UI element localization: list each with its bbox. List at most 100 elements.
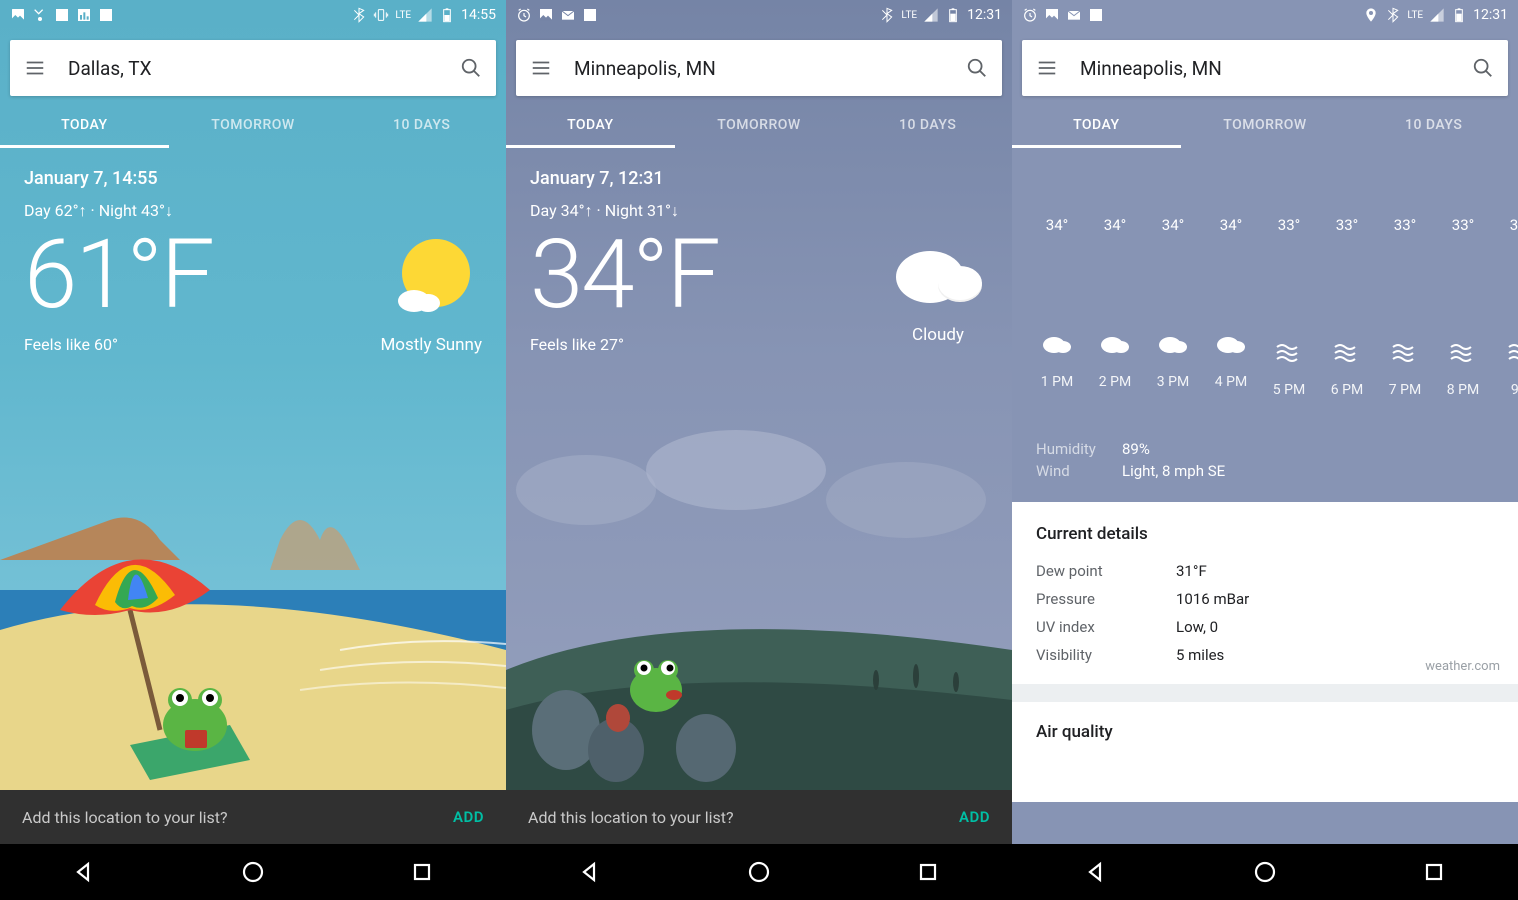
air-quality-card: Air quality <box>1012 702 1518 802</box>
fog-icon <box>1376 338 1434 366</box>
detail-key: UV index <box>1036 618 1176 636</box>
weather-main: January 7, 12:31 Day 34°↑ · Night 31°↓ 3… <box>506 148 1012 790</box>
wind-key: Wind <box>1036 462 1122 480</box>
search-icon[interactable] <box>966 57 988 79</box>
location-text: Dallas, TX <box>68 57 460 80</box>
tab-10days[interactable]: 10 DAYS <box>1349 102 1518 148</box>
battery-icon <box>439 7 455 23</box>
battery-icon <box>945 7 961 23</box>
detail-row: Pressure1016 mBar <box>1036 590 1494 608</box>
app2-icon <box>98 7 114 23</box>
detail-key: Dew point <box>1036 562 1176 580</box>
detail-val: Low, 0 <box>1176 618 1218 636</box>
alarm-icon <box>1022 7 1038 23</box>
tab-tomorrow[interactable]: TOMORROW <box>169 102 338 148</box>
humidity-key: Humidity <box>1036 440 1122 458</box>
location-icon <box>1363 7 1379 23</box>
air-title: Air quality <box>1036 722 1494 742</box>
detail-val: 31°F <box>1176 562 1207 580</box>
screen-minneapolis-details: LTE 12:31 Minneapolis, MN TODAY TOMORROW… <box>1012 0 1518 900</box>
tab-today[interactable]: TODAY <box>1012 102 1181 148</box>
photo-icon <box>10 7 26 23</box>
detail-key: Pressure <box>1036 590 1176 608</box>
condition-label: Mostly Sunny <box>380 335 482 355</box>
detail-val: 5 miles <box>1176 646 1224 664</box>
back-icon[interactable] <box>72 860 96 884</box>
stats-icon <box>76 7 92 23</box>
tab-today[interactable]: TODAY <box>506 102 675 148</box>
bluetooth-icon <box>879 7 895 23</box>
hour-col[interactable]: 34°1 PM <box>1028 216 1086 398</box>
home-icon[interactable] <box>241 860 265 884</box>
cloud-icon <box>1086 330 1144 358</box>
hour-col[interactable]: 34°4 PM <box>1202 216 1260 398</box>
hour-temp: 32° <box>1492 216 1518 234</box>
hour-temp: 34° <box>1144 216 1202 234</box>
tab-today[interactable]: TODAY <box>0 102 169 148</box>
hour-temp: 33° <box>1376 216 1434 234</box>
hamburger-icon[interactable] <box>530 57 552 79</box>
app-icon <box>54 7 70 23</box>
hill-scene <box>506 430 1012 790</box>
beach-scene <box>0 390 506 790</box>
add-button[interactable]: ADD <box>959 808 990 826</box>
tab-tomorrow[interactable]: TOMORROW <box>675 102 844 148</box>
hour-col[interactable]: 33°6 PM <box>1318 216 1376 398</box>
hour-col[interactable]: 33°7 PM <box>1376 216 1434 398</box>
search-icon[interactable] <box>460 57 482 79</box>
hour-col[interactable]: 33°8 PM <box>1434 216 1492 398</box>
card-gap <box>1012 684 1518 702</box>
tabs: TODAY TOMORROW 10 DAYS <box>506 102 1012 148</box>
lte-label: LTE <box>1407 10 1423 21</box>
search-icon[interactable] <box>1472 57 1494 79</box>
status-time: 14:55 <box>461 7 496 23</box>
photo-icon <box>538 7 554 23</box>
hamburger-icon[interactable] <box>1036 57 1058 79</box>
tab-10days[interactable]: 10 DAYS <box>843 102 1012 148</box>
hour-col[interactable]: 34°3 PM <box>1144 216 1202 398</box>
home-icon[interactable] <box>747 860 771 884</box>
back-icon[interactable] <box>1084 860 1108 884</box>
temperature: 34°F <box>530 227 719 323</box>
recent-icon[interactable] <box>410 860 434 884</box>
hourly-forecast[interactable]: 34°1 PM34°2 PM34°3 PM34°4 PM33°5 PM33°6 … <box>1012 148 1518 420</box>
feels-like: Feels like 60° <box>24 335 213 354</box>
fog-icon <box>1434 338 1492 366</box>
temperature: 61°F <box>24 227 213 323</box>
bluetooth-icon <box>351 7 367 23</box>
tab-tomorrow[interactable]: TOMORROW <box>1181 102 1350 148</box>
screen-dallas: LTE 14:55 Dallas, TX TODAY TOMORROW 10 D… <box>0 0 506 900</box>
humidity-val: 89% <box>1122 440 1150 458</box>
add-button[interactable]: ADD <box>453 808 484 826</box>
search-bar[interactable]: Minneapolis, MN <box>1022 40 1508 96</box>
condition-label: Cloudy <box>888 325 988 345</box>
status-time: 12:31 <box>967 7 1002 23</box>
search-bar[interactable]: Dallas, TX <box>10 40 496 96</box>
status-time: 12:31 <box>1473 7 1508 23</box>
nav-bar <box>506 844 1012 900</box>
missed-call-icon <box>32 7 48 23</box>
app-icon <box>1088 7 1104 23</box>
hour-col[interactable]: 32°9 P <box>1492 216 1518 398</box>
home-icon[interactable] <box>1253 860 1277 884</box>
hour-col[interactable]: 34°2 PM <box>1086 216 1144 398</box>
cloud-icon <box>1028 330 1086 358</box>
hour-temp: 33° <box>1260 216 1318 234</box>
tab-10days[interactable]: 10 DAYS <box>337 102 506 148</box>
search-bar[interactable]: Minneapolis, MN <box>516 40 1002 96</box>
weather-main: January 7, 14:55 Day 62°↑ · Night 43°↓ 6… <box>0 148 506 790</box>
hour-temp: 34° <box>1028 216 1086 234</box>
app-icon <box>582 7 598 23</box>
hamburger-icon[interactable] <box>24 57 46 79</box>
details-title: Current details <box>1036 524 1494 544</box>
sun-cloud-icon <box>386 233 476 323</box>
back-icon[interactable] <box>578 860 602 884</box>
recent-icon[interactable] <box>1422 860 1446 884</box>
cloud-icon <box>1144 330 1202 358</box>
lte-label: LTE <box>395 10 411 21</box>
recent-icon[interactable] <box>916 860 940 884</box>
tabs: TODAY TOMORROW 10 DAYS <box>1012 102 1518 148</box>
source-label: weather.com <box>1425 659 1500 674</box>
location-text: Minneapolis, MN <box>574 57 966 80</box>
hour-col[interactable]: 33°5 PM <box>1260 216 1318 398</box>
